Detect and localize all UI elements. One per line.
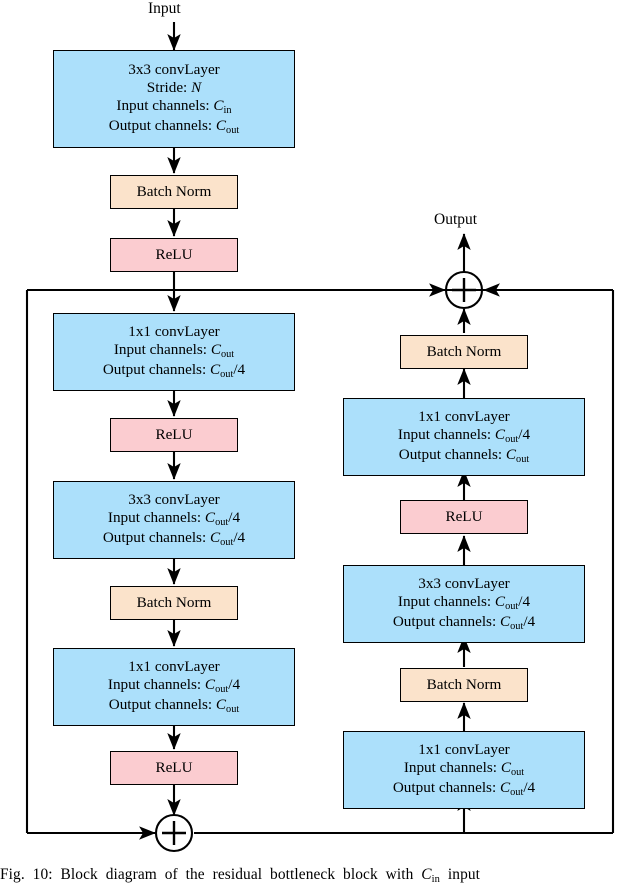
block-line: Input channels: Cin (116, 96, 232, 116)
block-line: Output channels: Cout/4 (102, 528, 246, 548)
block-right-conv-mid[interactable]: 3x3 convLayer Input channels: Cout/4 Out… (343, 565, 585, 643)
input-label: Input (148, 0, 181, 17)
block-line: Input channels: Cout/4 (397, 592, 531, 612)
figure-canvas: Input Output 3x3 convLayer Stride: N Inp… (0, 0, 640, 884)
block-line: 3x3 convLayer (128, 490, 220, 508)
figure-caption: Fig. 10: Block diagram of the residual b… (0, 866, 481, 884)
block-left-relu-1[interactable]: ReLU (110, 418, 238, 452)
block-left-conv-3[interactable]: 1x1 convLayer Input channels: Cout/4 Out… (53, 648, 295, 726)
block-right-batchnorm-top[interactable]: Batch Norm (400, 335, 528, 369)
block-stem-relu[interactable]: ReLU (110, 238, 238, 272)
block-line: Batch Norm (136, 183, 212, 201)
block-stem-conv[interactable]: 3x3 convLayer Stride: N Input channels: … (53, 50, 295, 148)
block-line: ReLU (445, 508, 483, 526)
block-line: Output channels: Cout/4 (392, 778, 536, 798)
block-right-relu[interactable]: ReLU (400, 500, 528, 534)
block-line: ReLU (155, 759, 193, 777)
block-line: Input channels: Cout (113, 340, 235, 360)
block-line: ReLU (155, 246, 193, 264)
block-line: 1x1 convLayer (418, 407, 510, 425)
block-line: Input channels: Cout/4 (107, 675, 241, 695)
block-right-conv-top[interactable]: 1x1 convLayer Input channels: Cout/4 Out… (343, 398, 585, 476)
block-left-conv-1[interactable]: 1x1 convLayer Input channels: Cout Outpu… (53, 313, 295, 391)
block-line: Input channels: Cout/4 (107, 508, 241, 528)
block-line: Batch Norm (136, 594, 212, 612)
block-left-batchnorm[interactable]: Batch Norm (110, 586, 238, 620)
block-line: 1x1 convLayer (128, 657, 220, 675)
block-line: Output channels: Cout/4 (392, 612, 536, 632)
block-line: Stride: N (146, 78, 202, 96)
block-line: Batch Norm (426, 676, 502, 694)
block-line: 3x3 convLayer (418, 574, 510, 592)
block-line: 1x1 convLayer (418, 740, 510, 758)
block-line: Output channels: Cout (108, 116, 240, 136)
block-line: ReLU (155, 426, 193, 444)
block-stem-batchnorm[interactable]: Batch Norm (110, 175, 238, 209)
block-right-batchnorm-bottom[interactable]: Batch Norm (400, 668, 528, 702)
output-label: Output (434, 211, 478, 228)
block-left-relu-2[interactable]: ReLU (110, 751, 238, 785)
block-line: Output channels: Cout (398, 445, 530, 465)
block-line: 3x3 convLayer (128, 60, 220, 78)
block-line: Output channels: Cout (108, 695, 240, 715)
block-right-conv-bottom[interactable]: 1x1 convLayer Input channels: Cout Outpu… (343, 731, 585, 809)
block-line: Batch Norm (426, 343, 502, 361)
block-line: Input channels: Cout (403, 758, 525, 778)
block-line: 1x1 convLayer (128, 322, 220, 340)
block-left-conv-2[interactable]: 3x3 convLayer Input channels: Cout/4 Out… (53, 481, 295, 559)
block-line: Input channels: Cout/4 (397, 425, 531, 445)
block-line: Output channels: Cout/4 (102, 360, 246, 380)
